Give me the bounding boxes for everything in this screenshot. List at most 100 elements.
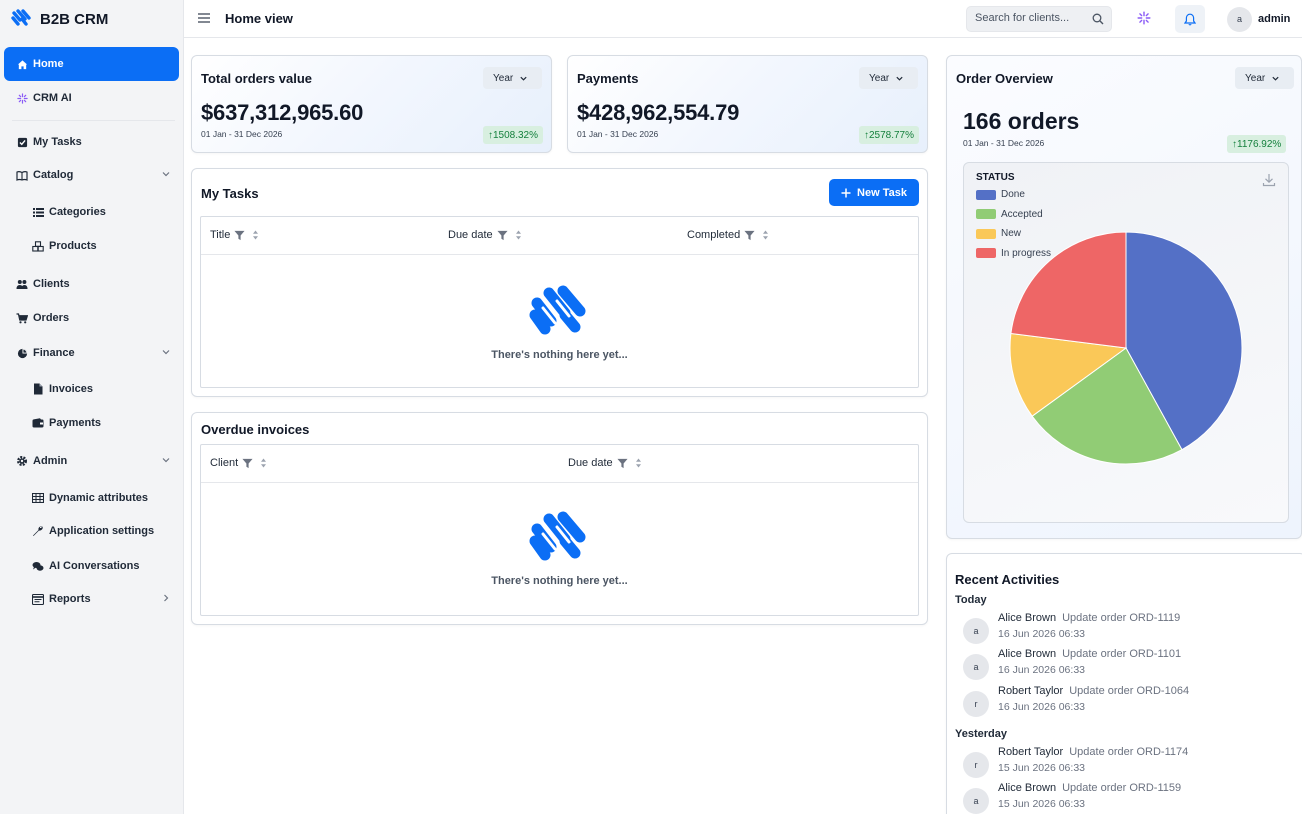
column-header-due-date[interactable]: Due date bbox=[568, 457, 642, 469]
activity-action: Update order ORD-1159 bbox=[1062, 782, 1182, 794]
pie-icon bbox=[16, 347, 28, 359]
activity-action: Update order ORD-1174 bbox=[1069, 746, 1189, 758]
sidebar-item-label: Orders bbox=[33, 312, 70, 324]
sidebar-item-my-tasks[interactable]: My Tasks bbox=[4, 125, 179, 159]
sidebar-item-admin[interactable]: Admin bbox=[4, 444, 179, 478]
column-label: Due date bbox=[448, 229, 493, 241]
sidebar-item-categories[interactable]: Categories bbox=[4, 195, 179, 229]
sidebar-item-products[interactable]: Products bbox=[4, 229, 179, 263]
brand[interactable]: B2B CRM bbox=[0, 0, 183, 38]
sidebar-item-dynamic-attributes[interactable]: Dynamic attributes bbox=[4, 481, 179, 515]
sidebar-item-label: Finance bbox=[33, 347, 75, 359]
chevron-down-icon bbox=[1272, 76, 1279, 81]
sort-icon[interactable] bbox=[762, 230, 769, 240]
legend-label: Accepted bbox=[1001, 208, 1043, 220]
sort-icon[interactable] bbox=[260, 458, 267, 468]
activity-action: Update order ORD-1064 bbox=[1069, 685, 1190, 697]
change-badge: ↑1508.32% bbox=[482, 126, 543, 144]
sidebar-item-crm-ai[interactable]: CRM AI bbox=[4, 81, 179, 115]
payments-card: Payments Year $428,962,554.79 01 Jan - 3… bbox=[567, 55, 928, 153]
activity-item[interactable]: r Robert Taylor Update order ORD-1064 16 … bbox=[963, 685, 1293, 719]
sort-icon[interactable] bbox=[515, 230, 522, 240]
home-icon bbox=[16, 58, 28, 70]
filter-icon[interactable] bbox=[617, 458, 628, 469]
app-name: B2B CRM bbox=[40, 10, 109, 28]
ai-sparkle-icon bbox=[16, 92, 28, 104]
column-label: Completed bbox=[687, 229, 741, 241]
sidebar-item-home[interactable]: Home bbox=[4, 47, 179, 81]
sidebar-item-label: Reports bbox=[49, 593, 91, 605]
filter-icon[interactable] bbox=[234, 230, 245, 241]
bell-icon bbox=[1184, 13, 1196, 25]
sort-icon[interactable] bbox=[252, 230, 259, 240]
sidebar-item-payments[interactable]: Payments bbox=[4, 406, 179, 440]
legend-item-done[interactable]: Done bbox=[976, 189, 1025, 200]
activity-item[interactable]: a Alice Brown Update order ORD-1159 15 Ju… bbox=[963, 782, 1293, 814]
cart-icon bbox=[16, 312, 28, 324]
empty-logo-icon bbox=[529, 285, 585, 335]
search-input[interactable] bbox=[975, 12, 1085, 24]
filter-icon[interactable] bbox=[497, 230, 508, 241]
card-title: Total orders value bbox=[201, 71, 313, 86]
sidebar: B2B CRM Home CRM AI My Tasks Catalog Cat… bbox=[0, 0, 184, 814]
overdue-invoices-card: Overdue invoices Client Due date There's… bbox=[191, 412, 928, 625]
orders-count: 166 orders bbox=[963, 108, 1080, 134]
chevron-right-icon bbox=[164, 594, 169, 602]
sidebar-item-orders[interactable]: Orders bbox=[4, 301, 179, 335]
search-icon[interactable] bbox=[1092, 13, 1104, 25]
sidebar-item-reports[interactable]: Reports bbox=[4, 582, 179, 616]
column-header-due-date[interactable]: Due date bbox=[448, 229, 522, 241]
period-select[interactable]: Year bbox=[483, 67, 542, 89]
legend-item-accepted[interactable]: Accepted bbox=[976, 209, 1043, 220]
legend-item-new[interactable]: New bbox=[976, 228, 1021, 239]
activity-item[interactable]: a Alice Brown Update order ORD-1119 16 Ju… bbox=[963, 612, 1293, 646]
activity-item[interactable]: a Alice Brown Update order ORD-1101 16 Ju… bbox=[963, 648, 1293, 682]
ai-assistant-button[interactable] bbox=[1134, 8, 1154, 28]
sidebar-item-label: Application settings bbox=[49, 525, 155, 537]
sidebar-item-finance[interactable]: Finance bbox=[4, 336, 179, 370]
new-task-button[interactable]: New Task bbox=[829, 179, 919, 206]
plus-icon bbox=[841, 188, 851, 197]
sidebar-item-ai-conversations[interactable]: AI Conversations bbox=[4, 549, 179, 583]
page-title: Home view bbox=[225, 11, 293, 26]
date-range: 01 Jan - 31 Dec 2026 bbox=[577, 129, 659, 139]
sidebar-item-catalog[interactable]: Catalog bbox=[4, 158, 179, 192]
sidebar-item-application-settings[interactable]: Application settings bbox=[4, 514, 179, 548]
period-select[interactable]: Year bbox=[1235, 67, 1294, 89]
sidebar-item-label: Admin bbox=[33, 455, 68, 467]
hamburger-menu-icon[interactable] bbox=[198, 12, 210, 24]
sidebar-item-label: Invoices bbox=[49, 383, 94, 395]
sidebar-item-clients[interactable]: Clients bbox=[4, 267, 179, 301]
overdue-table: Client Due date There's nothing here yet… bbox=[200, 444, 919, 616]
sort-icon[interactable] bbox=[635, 458, 642, 468]
legend-swatch bbox=[976, 209, 996, 219]
search-box bbox=[966, 6, 1112, 32]
activity-action: Update order ORD-1101 bbox=[1062, 648, 1182, 660]
avatar: a bbox=[1227, 6, 1252, 32]
period-select[interactable]: Year bbox=[859, 67, 918, 89]
avatar: r bbox=[963, 752, 989, 778]
notifications-button[interactable] bbox=[1175, 5, 1205, 33]
user-menu[interactable]: a admin bbox=[1227, 6, 1290, 32]
my-tasks-card: My Tasks New Task Title Due date Complet… bbox=[191, 168, 928, 397]
wallet-icon bbox=[32, 417, 44, 429]
chevron-down-icon bbox=[162, 350, 170, 355]
filter-icon[interactable] bbox=[242, 458, 253, 469]
activity-item[interactable]: r Robert Taylor Update order ORD-1174 15 … bbox=[963, 746, 1293, 780]
sidebar-item-invoices[interactable]: Invoices bbox=[4, 372, 179, 406]
checkbox-icon bbox=[16, 136, 28, 148]
filter-icon[interactable] bbox=[744, 230, 755, 241]
card-title: My Tasks bbox=[201, 186, 259, 201]
table-header: Client Due date bbox=[201, 445, 918, 483]
file-icon bbox=[32, 383, 44, 395]
users-icon bbox=[16, 278, 28, 290]
change-badge: ↑2578.77% bbox=[858, 126, 919, 144]
order-overview-card: Order Overview Year 166 orders 01 Jan - … bbox=[946, 55, 1302, 539]
legend-item-in-progress[interactable]: In progress bbox=[976, 248, 1051, 259]
column-header-completed[interactable]: Completed bbox=[687, 229, 769, 241]
change-badge: ↑1176.92% bbox=[1227, 135, 1287, 153]
column-header-client[interactable]: Client bbox=[210, 457, 267, 469]
column-label: Client bbox=[210, 457, 239, 469]
card-title: Payments bbox=[577, 71, 639, 86]
column-header-title[interactable]: Title bbox=[210, 229, 259, 241]
